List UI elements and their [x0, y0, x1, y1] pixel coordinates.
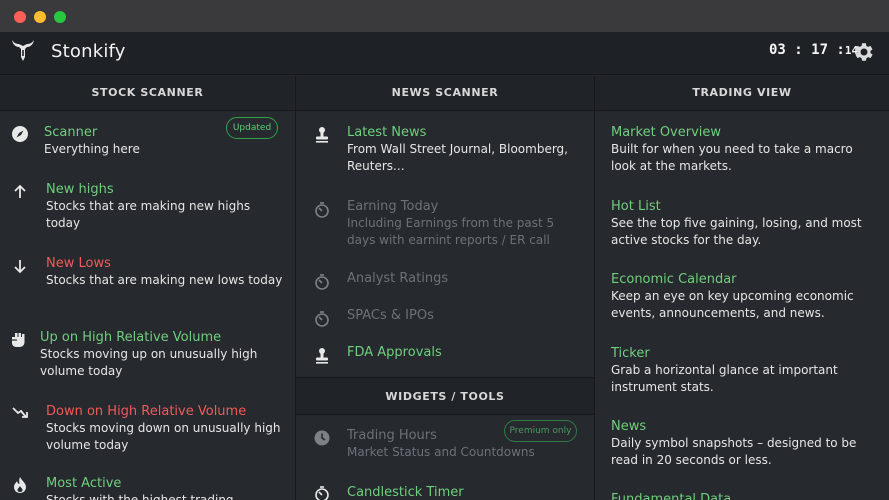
- new-highs-desc: Stocks that are making new highs today: [46, 199, 251, 230]
- timer-icon: [315, 311, 329, 327]
- ticker-link[interactable]: Ticker Grab a horizontal glance at impor…: [611, 345, 873, 396]
- trading-hours-desc: Market Status and Countdowns: [347, 445, 535, 459]
- latest-news-title: Latest News: [347, 125, 427, 140]
- latest-news-link[interactable]: Latest News From Wall Street Journal, Bl…: [347, 124, 587, 175]
- fundamental-data-link[interactable]: Fundamental Data: [611, 491, 873, 500]
- scanner-link[interactable]: Scanner Everything here: [44, 124, 224, 158]
- new-highs-link[interactable]: New highs Stocks that are making new hig…: [46, 181, 286, 232]
- arrow-up-icon: [14, 184, 26, 198]
- timer-icon: [315, 202, 329, 218]
- market-overview-link[interactable]: Market Overview Built for when you need …: [611, 124, 873, 175]
- fda-approvals-title: FDA Approvals: [347, 345, 442, 360]
- economic-calendar-desc: Keep an eye on key upcoming economic eve…: [611, 289, 854, 320]
- up-high-volume-desc: Stocks moving up on unusually high volum…: [40, 347, 258, 378]
- timer-icon: [315, 274, 329, 290]
- window-titlebar: [0, 0, 889, 32]
- clock-icon: [314, 430, 330, 446]
- spacs-ipos-link[interactable]: SPACs & IPOs: [347, 307, 567, 324]
- hot-list-link[interactable]: Hot List See the top five gaining, losin…: [611, 198, 873, 249]
- analyst-ratings-link[interactable]: Analyst Ratings: [347, 270, 567, 287]
- compass-icon: [12, 126, 28, 142]
- trading-view-panel: TRADING VIEW Market Overview Built for w…: [595, 76, 889, 500]
- app-header: Stonkify 03 : 17 :14: [0, 32, 889, 75]
- news-title: News: [611, 419, 647, 434]
- trading-hours-link[interactable]: Trading Hours Market Status and Countdow…: [347, 427, 567, 461]
- analyst-ratings-title: Analyst Ratings: [347, 271, 449, 286]
- stamp-icon: [316, 127, 328, 143]
- close-window-button[interactable]: [14, 11, 26, 23]
- clock-hours-minutes: 03 : 17 :: [769, 42, 845, 58]
- news-scanner-heading: NEWS SCANNER: [296, 76, 594, 111]
- most-active-link[interactable]: Most Active Stocks with the highest trad…: [46, 475, 291, 500]
- down-high-volume-desc: Stocks moving down on unusually high vol…: [46, 421, 281, 452]
- arrow-down-icon: [14, 260, 26, 274]
- news-desc: Daily symbol snapshots – designed to be …: [611, 436, 857, 467]
- fundamental-data-title: Fundamental Data: [611, 492, 732, 500]
- new-lows-link[interactable]: New Lows Stocks that are making new lows…: [46, 255, 286, 289]
- earning-today-link[interactable]: Earning Today Including Earnings from th…: [347, 198, 572, 249]
- app-title: Stonkify: [51, 41, 126, 62]
- ticker-title: Ticker: [611, 346, 650, 361]
- down-high-volume-link[interactable]: Down on High Relative Volume Stocks movi…: [46, 403, 291, 454]
- candlestick-timer-title: Candlestick Timer: [347, 485, 464, 500]
- spacs-ipos-title: SPACs & IPOs: [347, 308, 434, 323]
- widgets-tools-heading: WIDGETS / TOOLS: [296, 377, 594, 415]
- economic-calendar-link[interactable]: Economic Calendar Keep an eye on key upc…: [611, 271, 873, 322]
- scanner-desc: Everything here: [44, 142, 140, 156]
- stock-scanner-heading: STOCK SCANNER: [0, 76, 295, 111]
- stock-scanner-panel: STOCK SCANNER Updated Scanner Everything…: [0, 76, 295, 500]
- earning-today-desc: Including Earnings from the past 5 days …: [347, 216, 555, 247]
- new-lows-desc: Stocks that are making new lows today: [46, 273, 283, 287]
- stamp-icon: [316, 348, 328, 364]
- zoom-window-button[interactable]: [54, 11, 66, 23]
- flame-icon: [14, 477, 26, 493]
- up-high-volume-link[interactable]: Up on High Relative Volume Stocks moving…: [40, 329, 290, 380]
- news-link[interactable]: News Daily symbol snapshots – designed t…: [611, 418, 873, 469]
- candlestick-timer-link[interactable]: Candlestick Timer: [347, 484, 567, 500]
- new-lows-title: New Lows: [46, 256, 111, 271]
- scanner-title: Scanner: [44, 125, 98, 140]
- up-high-volume-title: Up on High Relative Volume: [40, 330, 222, 345]
- market-overview-title: Market Overview: [611, 125, 722, 140]
- latest-news-desc: From Wall Street Journal, Bloomberg, Reu…: [347, 142, 568, 173]
- updated-badge: Updated: [226, 117, 278, 139]
- trading-view-heading: TRADING VIEW: [595, 76, 889, 111]
- gear-icon[interactable]: [852, 40, 876, 64]
- clock-display: 03 : 17 :14: [769, 42, 858, 58]
- hot-list-title: Hot List: [611, 199, 661, 214]
- most-active-desc: Stocks with the highest trading: [46, 493, 234, 500]
- most-active-title: Most Active: [46, 476, 122, 491]
- ticker-desc: Grab a horizontal glance at important in…: [611, 363, 838, 394]
- fist-icon: [12, 333, 25, 347]
- trend-down-icon: [12, 407, 28, 418]
- economic-calendar-title: Economic Calendar: [611, 272, 737, 287]
- market-overview-desc: Built for when you need to take a macro …: [611, 142, 853, 173]
- timer-icon: [315, 486, 329, 500]
- trading-hours-title: Trading Hours: [347, 428, 437, 443]
- news-scanner-panel: NEWS SCANNER Latest News From Wall Stree…: [296, 76, 594, 500]
- new-highs-title: New highs: [46, 182, 114, 197]
- fda-approvals-link[interactable]: FDA Approvals: [347, 344, 567, 361]
- down-high-volume-title: Down on High Relative Volume: [46, 404, 247, 419]
- hot-list-desc: See the top five gaining, losing, and mo…: [611, 216, 862, 247]
- earning-today-title: Earning Today: [347, 199, 439, 214]
- bull-logo-icon: [12, 40, 34, 61]
- minimize-window-button[interactable]: [34, 11, 46, 23]
